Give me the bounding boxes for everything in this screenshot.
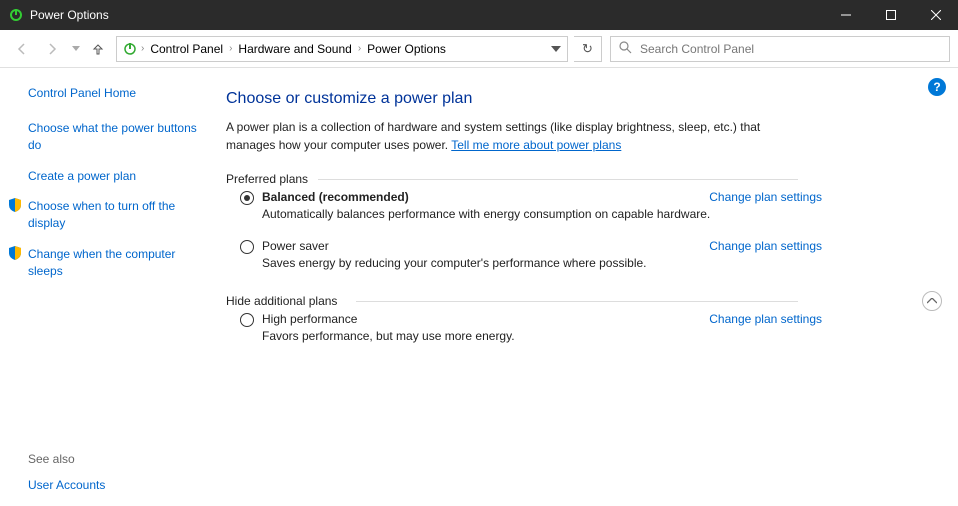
- breadcrumb-power-options[interactable]: Power Options: [363, 37, 450, 61]
- chevron-right-icon: ›: [139, 43, 146, 54]
- minimize-button[interactable]: [823, 0, 868, 30]
- sidebar-link-power-buttons[interactable]: Choose what the power buttons do: [28, 120, 206, 154]
- sidebar-item-label: Choose what the power buttons do: [28, 120, 206, 154]
- plan-power-saver: Power saver Change plan settings Saves e…: [226, 229, 918, 278]
- navigation-bar: › Control Panel › Hardware and Sound › P…: [0, 30, 958, 68]
- control-panel-home-link[interactable]: Control Panel Home: [28, 86, 206, 100]
- main-content: ? Choose or customize a power plan A pow…: [214, 68, 958, 506]
- chevron-right-icon: ›: [356, 43, 363, 54]
- sidebar-item-label: Choose when to turn off the display: [28, 198, 206, 232]
- page-description: A power plan is a collection of hardware…: [226, 118, 806, 154]
- history-dropdown-icon[interactable]: [68, 46, 84, 52]
- window-title: Power Options: [30, 8, 823, 22]
- back-button[interactable]: [8, 35, 36, 63]
- search-input[interactable]: Search Control Panel: [610, 36, 950, 62]
- address-bar-icon: [117, 41, 139, 57]
- sidebar-link-turn-off-display[interactable]: Choose when to turn off the display: [28, 198, 206, 232]
- additional-plans-group: Hide additional plans High performance C…: [226, 294, 918, 351]
- shield-icon: [8, 246, 22, 280]
- address-dropdown-icon[interactable]: [545, 46, 567, 52]
- plan-balanced: Balanced (recommended) Change plan setti…: [226, 180, 918, 229]
- radio-high-performance[interactable]: [240, 313, 254, 327]
- titlebar: Power Options: [0, 0, 958, 30]
- change-plan-settings-link[interactable]: Change plan settings: [709, 190, 822, 204]
- plan-name: Balanced (recommended): [262, 190, 689, 204]
- chevron-right-icon: ›: [227, 43, 234, 54]
- plan-description: Saves energy by reducing your computer's…: [262, 256, 918, 270]
- breadcrumb-hardware-sound[interactable]: Hardware and Sound: [234, 37, 355, 61]
- address-bar[interactable]: › Control Panel › Hardware and Sound › P…: [116, 36, 568, 62]
- app-icon: [8, 7, 24, 23]
- change-plan-settings-link[interactable]: Change plan settings: [709, 239, 822, 253]
- close-button[interactable]: [913, 0, 958, 30]
- plan-name: Power saver: [262, 239, 689, 253]
- collapse-additional-button[interactable]: [922, 291, 942, 311]
- sidebar-link-computer-sleeps[interactable]: Change when the computer sleeps: [28, 246, 206, 280]
- plan-name: High performance: [262, 312, 689, 326]
- page-title: Choose or customize a power plan: [226, 90, 918, 108]
- tell-me-more-link[interactable]: Tell me more about power plans: [451, 138, 621, 152]
- sidebar-item-label: Change when the computer sleeps: [28, 246, 206, 280]
- see-also-user-accounts[interactable]: User Accounts: [28, 478, 206, 492]
- sidebar-item-label: Create a power plan: [28, 168, 136, 185]
- preferred-plans-group: Preferred plans Balanced (recommended) C…: [226, 172, 918, 278]
- search-icon: [619, 41, 632, 57]
- sidebar: Control Panel Home Choose what the power…: [0, 68, 214, 506]
- maximize-button[interactable]: [868, 0, 913, 30]
- radio-power-saver[interactable]: [240, 240, 254, 254]
- help-icon[interactable]: ?: [928, 78, 946, 96]
- forward-button[interactable]: [38, 35, 66, 63]
- plan-description: Automatically balances performance with …: [262, 207, 918, 221]
- see-also-header: See also: [28, 452, 206, 466]
- refresh-button[interactable]: ↻: [574, 36, 602, 62]
- shield-icon: [8, 198, 22, 232]
- plan-high-performance: High performance Change plan settings Fa…: [226, 302, 918, 351]
- search-placeholder: Search Control Panel: [640, 42, 754, 56]
- sidebar-link-create-plan[interactable]: Create a power plan: [28, 168, 206, 185]
- change-plan-settings-link[interactable]: Change plan settings: [709, 312, 822, 326]
- plan-description: Favors performance, but may use more ene…: [262, 329, 918, 343]
- radio-balanced[interactable]: [240, 191, 254, 205]
- up-button[interactable]: [86, 35, 110, 63]
- breadcrumb-control-panel[interactable]: Control Panel: [146, 37, 227, 61]
